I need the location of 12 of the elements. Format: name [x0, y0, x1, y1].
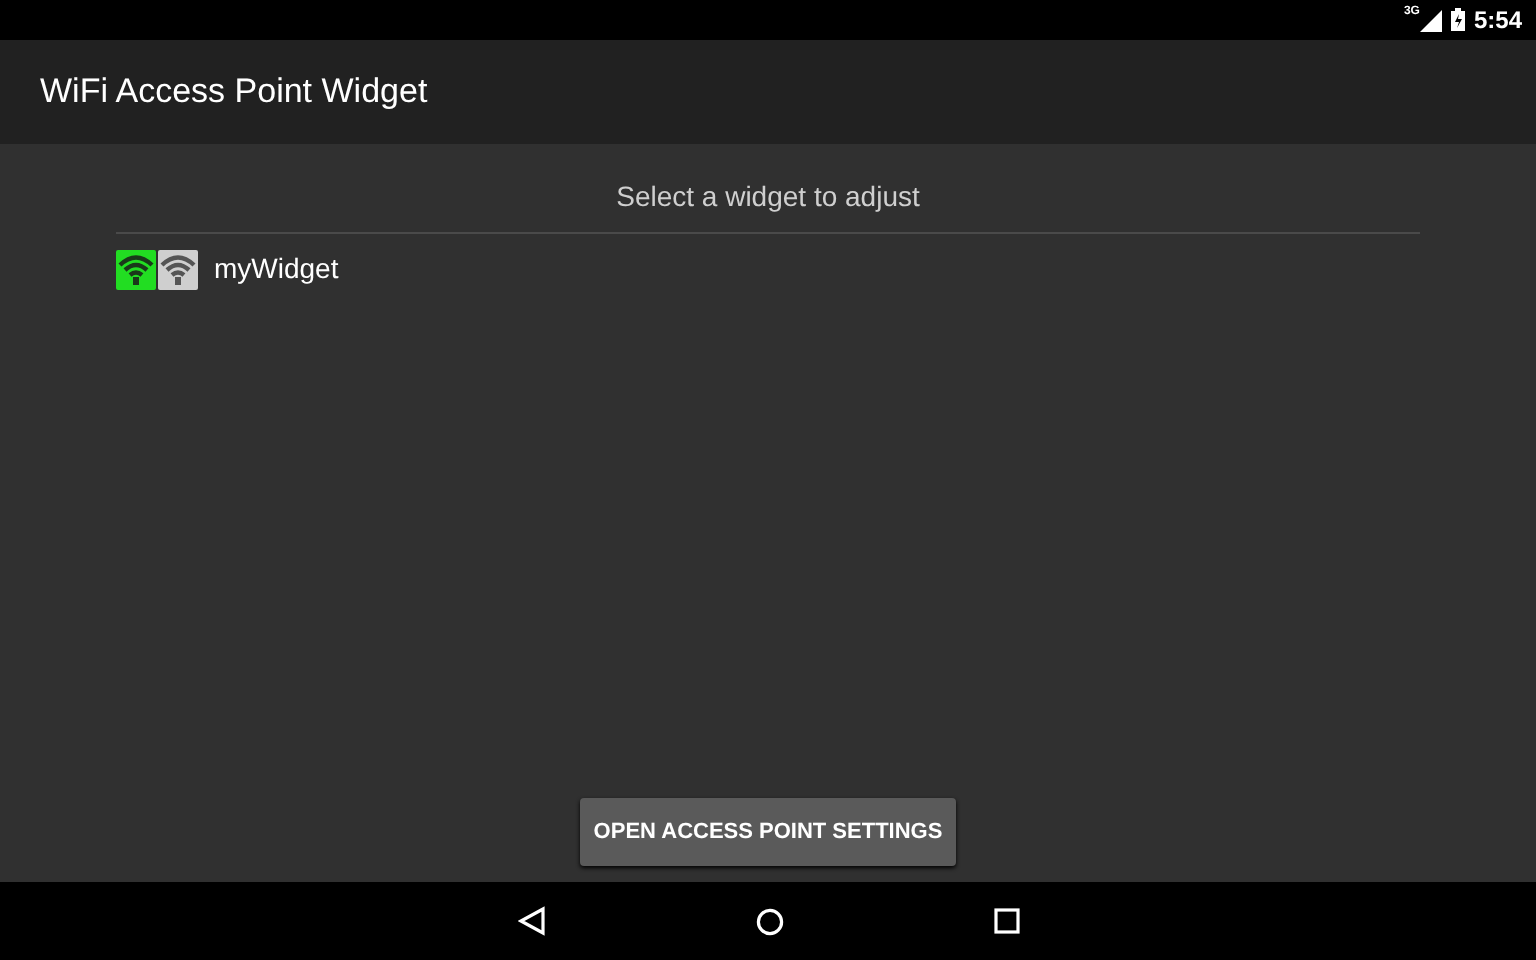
widget-name[interactable]: myWidget: [214, 248, 339, 290]
battery-icon: [1449, 8, 1466, 32]
clock-time: 5:54: [1473, 4, 1522, 38]
recents-icon[interactable]: [993, 908, 1019, 934]
signal-icon: [1419, 9, 1442, 31]
app-title: WiFi Access Point Widget: [40, 70, 428, 115]
wifi-off-icon: [158, 249, 198, 289]
open-settings-button[interactable]: OPEN ACCESS POINT SETTINGS: [579, 797, 957, 866]
back-icon[interactable]: [517, 906, 545, 936]
wifi-on-icon: [116, 249, 156, 289]
home-icon[interactable]: [755, 907, 783, 935]
prompt-text: Select a widget to adjust: [116, 144, 1420, 234]
